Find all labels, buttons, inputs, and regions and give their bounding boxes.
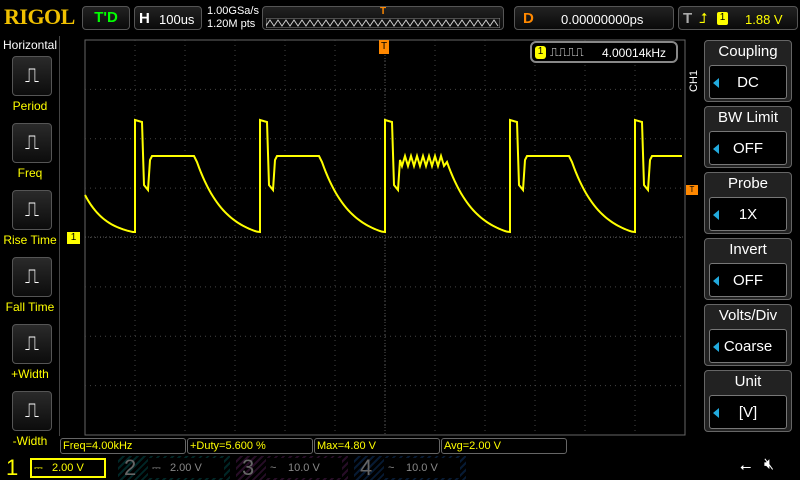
waveform-display xyxy=(84,39,686,436)
menu-bw-limit[interactable]: BW Limit OFF xyxy=(704,106,792,168)
usb-icon: ⭠ xyxy=(740,458,752,474)
menu-coupling[interactable]: Coupling DC xyxy=(704,40,792,102)
channel-number: 4 xyxy=(360,455,373,480)
channel-scale: 2.00 V xyxy=(170,462,202,474)
arrow-left-icon xyxy=(713,210,719,220)
menu-value: [V] xyxy=(738,404,758,421)
channel-4-tab[interactable]: 4 ~10.0 V xyxy=(354,456,466,480)
dc-coupling-icon: ⎓ xyxy=(152,462,161,474)
trigger-level-marker[interactable]: T xyxy=(686,185,698,195)
arrow-left-icon xyxy=(713,144,719,154)
channel-number: 3 xyxy=(242,455,255,480)
channel-number: 2 xyxy=(124,455,137,480)
menu-label: BW Limit xyxy=(718,109,778,126)
mute-icon[interactable]: 🔇︎ xyxy=(764,456,774,474)
menu-label: Invert xyxy=(729,241,767,258)
ac-coupling-icon: ~ xyxy=(388,462,395,474)
arrow-left-icon xyxy=(713,342,719,352)
dc-coupling-icon: ⎓ xyxy=(34,462,43,474)
channel-scale: 10.0 V xyxy=(406,462,438,474)
channel-scale: 10.0 V xyxy=(288,462,320,474)
measurement[interactable]: Freq=4.00kHz xyxy=(60,438,186,454)
ch1-waveform xyxy=(84,118,682,234)
measurement[interactable]: Max=4.80 V xyxy=(314,438,440,454)
pulse-icon: ⎍⎍⎍⎍ xyxy=(550,45,584,59)
menu-value: 1X xyxy=(738,206,758,223)
menu-value: OFF xyxy=(733,272,763,289)
counter-channel: 1 xyxy=(535,46,546,59)
measurement[interactable]: Avg=2.00 V xyxy=(441,438,567,454)
arrow-left-icon xyxy=(713,78,719,88)
arrow-left-icon xyxy=(713,408,719,418)
arrow-left-icon xyxy=(713,276,719,286)
menu-unit[interactable]: Unit [V] xyxy=(704,370,792,432)
channel-1-tab[interactable]: 1 ⎓ 2.00 V xyxy=(0,456,112,480)
ch1-ground-marker[interactable]: 1 xyxy=(67,232,80,244)
channel-number: 1 xyxy=(6,455,19,480)
menu-volts-div[interactable]: Volts/Div Coarse xyxy=(704,304,792,366)
menu-label: Unit xyxy=(734,373,762,390)
counter-value: 4.00014kHz xyxy=(602,46,667,60)
menu-value: Coarse xyxy=(723,338,773,355)
menu-value: DC xyxy=(737,74,759,91)
menu-value: OFF xyxy=(733,140,763,157)
menu-label: Volts/Div xyxy=(718,307,778,324)
channel-2-tab[interactable]: 2 ⎓ 2.00 V xyxy=(118,456,230,480)
menu-channel: CH1 xyxy=(688,69,700,92)
frequency-counter: 1 ⎍⎍⎍⎍ 4.00014kHz xyxy=(530,41,678,63)
trigger-time-marker[interactable]: T xyxy=(379,40,389,54)
measurement[interactable]: +Duty=5.600 % xyxy=(187,438,313,454)
menu-invert[interactable]: Invert OFF xyxy=(704,238,792,300)
ac-coupling-icon: ~ xyxy=(270,462,277,474)
channel-3-tab[interactable]: 3 ~10.0 V xyxy=(236,456,348,480)
menu-probe[interactable]: Probe 1X xyxy=(704,172,792,234)
menu-label: Probe xyxy=(727,175,769,192)
channel-scale: 2.00 V xyxy=(52,462,84,474)
menu-label: Coupling xyxy=(718,43,778,60)
